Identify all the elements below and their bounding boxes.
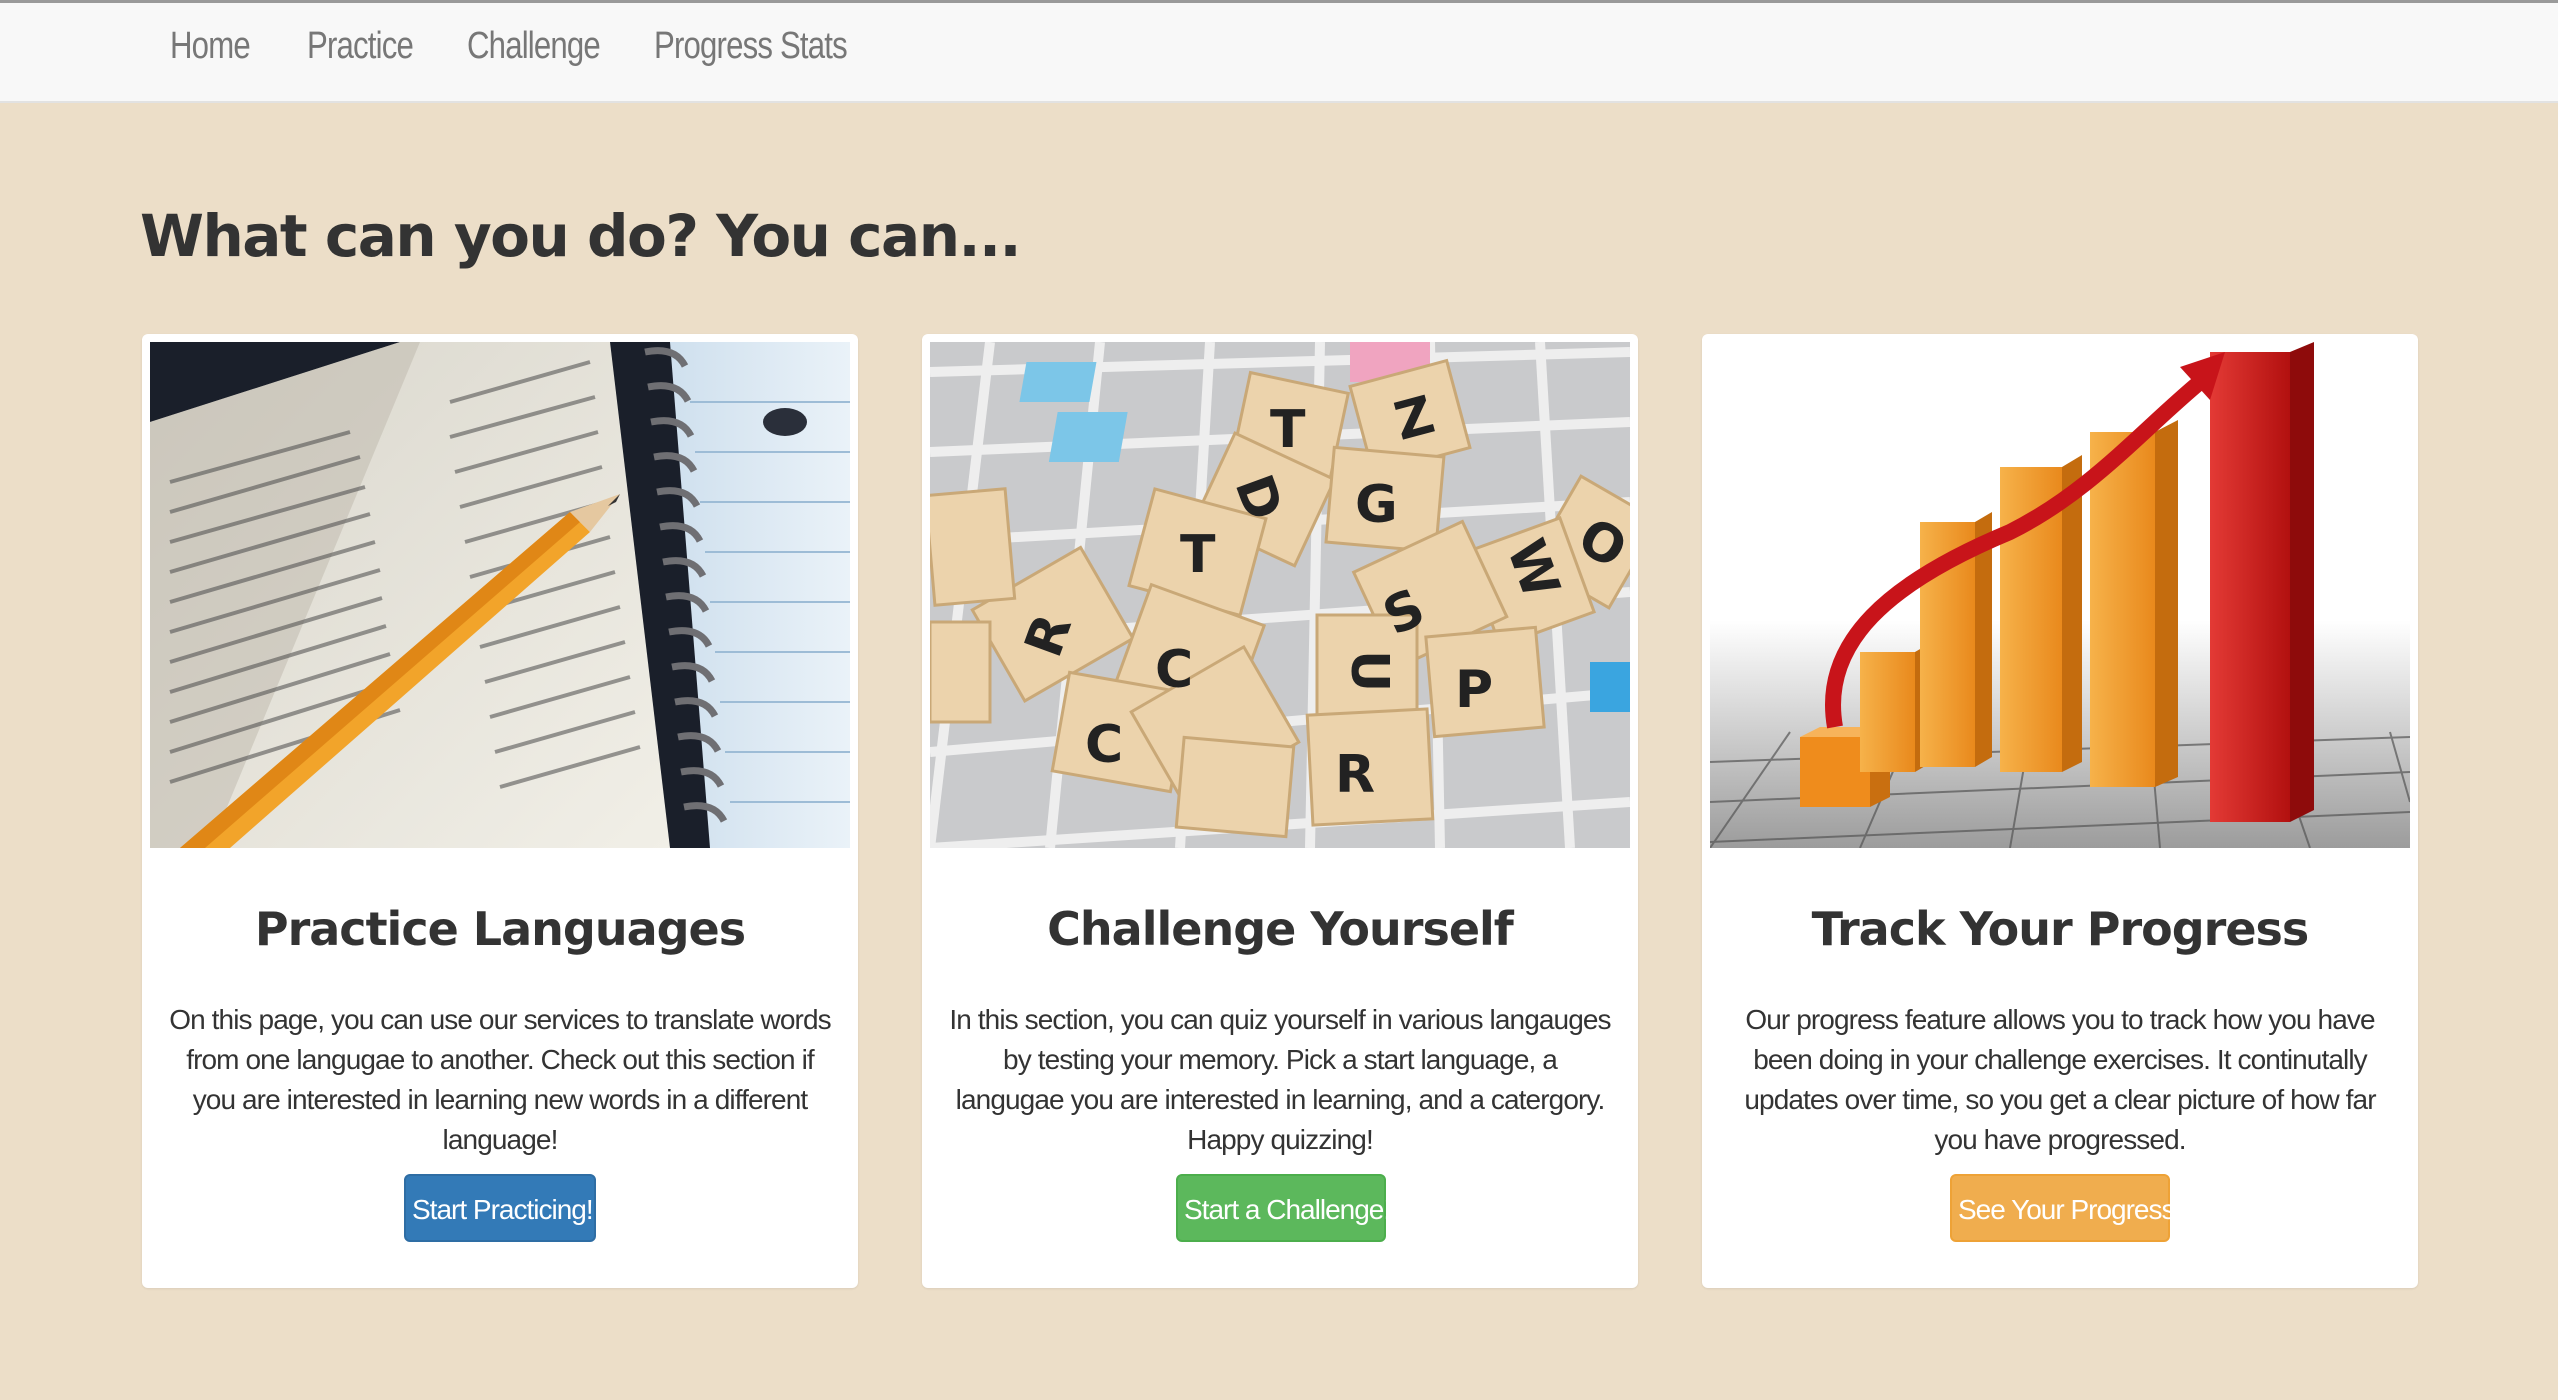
dictionary-pencil-image: [150, 342, 850, 848]
top-navbar: Home Practice Challenge Progress Stats: [0, 0, 2558, 103]
svg-text:R: R: [1335, 745, 1375, 805]
svg-text:C: C: [1155, 640, 1193, 700]
svg-text:T: T: [1270, 400, 1306, 460]
svg-text:G: G: [1355, 475, 1398, 535]
see-progress-button[interactable]: See Your Progress!: [1950, 1174, 2182, 1242]
svg-text:C: C: [1085, 715, 1123, 775]
card-description: On this page, you can use our services t…: [169, 1004, 831, 1155]
card-title: Practice Languages: [254, 902, 746, 956]
page-heading: What can you do? You can...: [140, 202, 1022, 270]
growth-chart-image: [1710, 342, 2410, 848]
start-challenge-button[interactable]: Start a Challenge!: [1176, 1174, 1391, 1242]
nav-practice[interactable]: Practice: [307, 25, 414, 68]
svg-text:P: P: [1455, 660, 1493, 720]
letter-tiles-image: T Z G T S R C P C R O W D U: [930, 342, 1630, 848]
card-description: In this section, you can quiz yourself i…: [949, 1004, 1611, 1155]
nav-progress-stats[interactable]: Progress Stats: [654, 25, 848, 68]
start-practicing-button[interactable]: Start Practicing!: [404, 1174, 596, 1242]
svg-text:U: U: [1339, 650, 1399, 692]
challenge-card: T Z G T S R C P C R O W D U Challenge Yo…: [922, 334, 1638, 1288]
nav-challenge[interactable]: Challenge: [467, 25, 601, 68]
card-title: Track Your Progress: [1811, 902, 2310, 956]
practice-card: Practice Languages On this page, you can…: [142, 334, 858, 1288]
nav-home[interactable]: Home: [170, 25, 251, 68]
svg-text:T: T: [1180, 525, 1216, 585]
progress-card: Track Your Progress Our progress feature…: [1702, 334, 2418, 1288]
card-description: Our progress feature allows you to track…: [1744, 1004, 2376, 1155]
card-title: Challenge Yourself: [1047, 902, 1514, 956]
